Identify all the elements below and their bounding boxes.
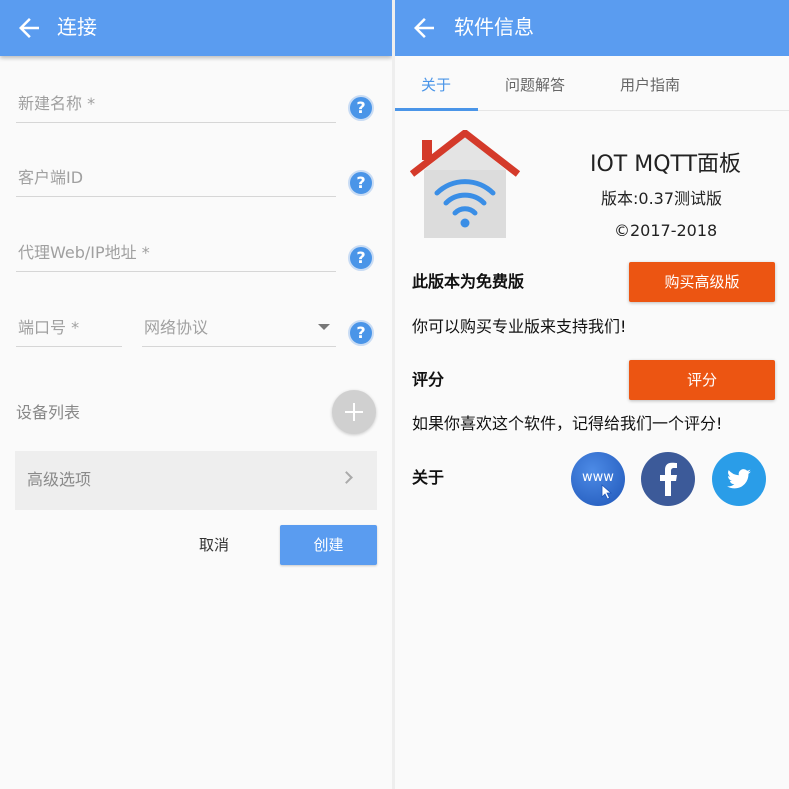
broker-address-placeholder: 代理Web/IP地址 *: [18, 243, 150, 262]
protocol-select[interactable]: 网络协议: [142, 307, 336, 347]
rate-button[interactable]: 评分: [629, 360, 775, 400]
client-id-field[interactable]: 客户端ID: [16, 157, 336, 197]
dropdown-arrow-icon: [318, 324, 330, 330]
buy-premium-button[interactable]: 购买高级版: [629, 262, 775, 302]
tab-faq[interactable]: 问题解答: [505, 75, 565, 95]
device-list-label: 设备列表: [16, 403, 81, 422]
field-underline: [16, 196, 336, 197]
tab-user-guide[interactable]: 用户指南: [620, 75, 680, 95]
port-field[interactable]: 端口号 *: [16, 307, 122, 347]
app-name: IOT MQTT面板: [590, 152, 742, 177]
field-underline: [16, 271, 336, 272]
software-info-screen: 软件信息 关于 问题解答 用户指南 IOT MQTT面板 版本:0.37测试版 …: [395, 0, 789, 789]
help-icon[interactable]: ?: [348, 170, 374, 196]
page-title: 连接: [57, 15, 97, 39]
facebook-icon[interactable]: [641, 452, 695, 506]
rate-text: 如果你喜欢这个软件，记得给我们一个评分!: [412, 414, 723, 433]
name-field-placeholder: 新建名称 *: [18, 94, 96, 113]
copyright-text: ©2017-2018: [614, 221, 718, 240]
add-device-button[interactable]: [332, 390, 376, 434]
www-icon[interactable]: www: [571, 452, 625, 506]
app-bar: 软件信息: [395, 0, 789, 56]
client-id-placeholder: 客户端ID: [18, 168, 84, 187]
field-underline: [142, 346, 336, 347]
cursor-icon: [601, 484, 613, 500]
screen: 连接 新建名称 * ? 客户端ID ? 代理Web/IP地址 * ? 端口号 *…: [0, 0, 789, 789]
tab-bar: 关于 问题解答 用户指南: [395, 56, 789, 111]
name-field[interactable]: 新建名称 *: [16, 83, 336, 123]
create-button[interactable]: 创建: [280, 525, 377, 565]
tab-about[interactable]: 关于: [421, 75, 451, 95]
broker-address-field[interactable]: 代理Web/IP地址 *: [16, 232, 336, 272]
help-icon[interactable]: ?: [348, 320, 374, 346]
www-label: www: [582, 470, 614, 485]
chevron-right-icon: [340, 471, 353, 484]
facebook-glyph: [660, 462, 677, 496]
back-arrow-icon[interactable]: [409, 13, 439, 43]
cancel-button[interactable]: 取消: [186, 533, 242, 557]
help-icon[interactable]: ?: [348, 95, 374, 121]
rate-title: 评分: [412, 370, 445, 389]
app-bar: 连接: [0, 0, 392, 56]
protocol-placeholder: 网络协议: [144, 318, 209, 337]
about-title: 关于: [412, 468, 445, 487]
version-text: 版本:0.37测试版: [601, 189, 723, 208]
twitter-icon[interactable]: [712, 452, 766, 506]
field-underline: [16, 122, 336, 123]
back-arrow-icon[interactable]: [14, 13, 44, 43]
port-placeholder: 端口号 *: [18, 318, 80, 337]
advanced-options-row[interactable]: 高级选项: [15, 451, 377, 510]
house-wifi-logo: [410, 130, 520, 238]
twitter-glyph: [727, 469, 751, 489]
tab-indicator: [395, 108, 478, 111]
page-title: 软件信息: [454, 15, 534, 39]
support-text: 你可以购买专业版来支持我们!: [412, 317, 627, 336]
connection-screen: 连接 新建名称 * ? 客户端ID ? 代理Web/IP地址 * ? 端口号 *…: [0, 0, 392, 789]
field-underline: [16, 346, 122, 347]
help-icon[interactable]: ?: [348, 245, 374, 271]
advanced-options-label: 高级选项: [27, 470, 92, 489]
free-version-title: 此版本为免费版: [412, 272, 525, 291]
